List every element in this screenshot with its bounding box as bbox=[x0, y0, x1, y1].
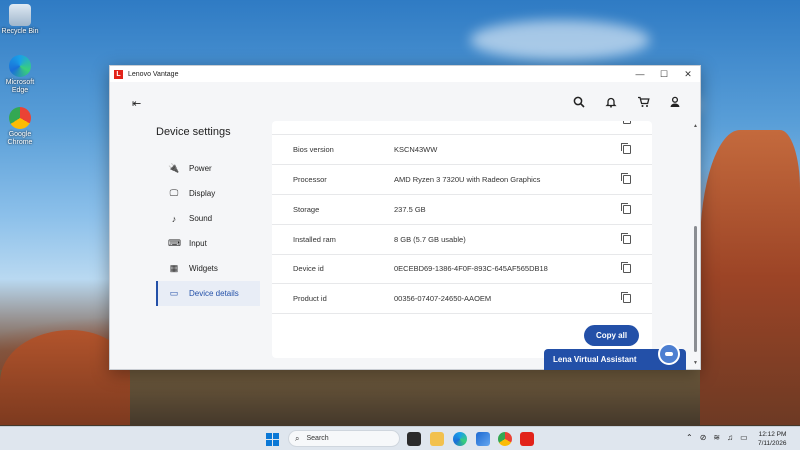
sidebar-item-label: Widgets bbox=[189, 264, 218, 273]
lenovo-vantage-taskbar-icon[interactable] bbox=[520, 432, 534, 446]
detail-value: 8 GB (5.7 GB usable) bbox=[394, 235, 466, 244]
page-title: Device settings bbox=[156, 126, 231, 138]
music-note-icon: ♪ bbox=[171, 213, 177, 224]
copy-icon[interactable] bbox=[623, 121, 631, 124]
desktop-icon-label: Recycle Bin bbox=[1, 28, 39, 35]
minimize-button[interactable]: — bbox=[628, 66, 652, 82]
store-icon[interactable] bbox=[476, 432, 490, 446]
scrollbar-thumb[interactable] bbox=[694, 226, 697, 352]
plug-icon: 🔌 bbox=[168, 163, 180, 173]
app-header: ⇤ bbox=[110, 82, 700, 122]
sidebar-item-display[interactable]: 🖵 Display bbox=[156, 181, 260, 206]
detail-value: AMD Ryzen 3 7320U with Radeon Graphics bbox=[394, 175, 541, 184]
menu-collapse-icon[interactable]: ⇤ bbox=[132, 97, 141, 110]
sidebar-item-label: Display bbox=[189, 189, 216, 198]
desktop-icon-label: Google Chrome bbox=[7, 131, 33, 146]
keyboard-icon: ⌨ bbox=[168, 238, 181, 248]
detail-label: Installed ram bbox=[293, 235, 336, 244]
chrome-icon[interactable] bbox=[498, 432, 512, 446]
sidebar-item-label: Sound bbox=[189, 214, 213, 223]
widgets-icon: ▦ bbox=[169, 263, 179, 273]
cloud bbox=[470, 20, 650, 60]
maximize-button[interactable]: ☐ bbox=[652, 66, 676, 82]
assistant-label: Lena Virtual Assistant bbox=[553, 355, 637, 364]
search-icon[interactable] bbox=[572, 95, 586, 109]
table-row bbox=[272, 121, 652, 135]
sidebar-item-sound[interactable]: ♪ Sound bbox=[156, 206, 260, 231]
copy-icon[interactable] bbox=[621, 203, 631, 214]
laptop-icon: ▭ bbox=[169, 288, 179, 298]
sidebar-item-label: Device details bbox=[189, 289, 239, 298]
detail-value: 0ECEBD69-1386-4F0F-893C-645AF565DB18 bbox=[394, 264, 548, 273]
close-button[interactable]: ✕ bbox=[676, 66, 700, 82]
table-row: Product id 00356-07407-24650-AAOEM bbox=[272, 284, 652, 314]
copy-icon[interactable] bbox=[621, 262, 631, 273]
detail-label: Device id bbox=[293, 264, 324, 273]
wifi-icon[interactable]: ≋ bbox=[713, 433, 720, 442]
search-icon: ⌕ bbox=[295, 433, 300, 443]
title-bar: L Lenovo Vantage — ☐ ✕ bbox=[110, 66, 700, 82]
bell-icon[interactable] bbox=[604, 95, 618, 109]
sidebar-item-power[interactable]: 🔌 Power bbox=[156, 156, 260, 181]
detail-label: Storage bbox=[293, 205, 320, 214]
lenovo-logo-icon: L bbox=[114, 69, 123, 79]
recycle-bin-icon bbox=[9, 4, 31, 26]
chevron-up-icon[interactable]: ⌃ bbox=[686, 433, 693, 442]
sidebar-item-label: Input bbox=[189, 239, 207, 248]
sidebar-item-input[interactable]: ⌨ Input bbox=[156, 231, 260, 256]
device-details-panel: Bios version KSCN43WW Processor AMD Ryze… bbox=[272, 121, 652, 358]
volume-icon[interactable]: ♫ bbox=[727, 433, 733, 442]
cart-icon[interactable] bbox=[636, 95, 650, 109]
sidebar-nav: 🔌 Power 🖵 Display ♪ Sound ⌨ Input ▦ Widg… bbox=[156, 156, 260, 306]
battery-icon[interactable]: ▭ bbox=[740, 433, 748, 442]
window-title: Lenovo Vantage bbox=[128, 70, 179, 78]
rock-formation-right bbox=[700, 130, 800, 425]
file-explorer-icon[interactable] bbox=[430, 432, 444, 446]
taskbar-search[interactable]: ⌕ Search bbox=[288, 430, 400, 447]
edge-icon[interactable] bbox=[453, 432, 467, 446]
windows-start-icon[interactable] bbox=[266, 433, 279, 446]
scroll-down-arrow[interactable]: ▼ bbox=[693, 360, 698, 366]
copy-icon[interactable] bbox=[621, 233, 631, 244]
copy-all-button[interactable]: Copy all bbox=[584, 325, 639, 346]
copy-icon[interactable] bbox=[621, 143, 631, 154]
robot-icon bbox=[658, 343, 680, 365]
detail-value: 237.5 GB bbox=[394, 205, 426, 214]
desktop-icon-recycle-bin[interactable]: Recycle Bin bbox=[0, 4, 40, 36]
table-row: Bios version KSCN43WW bbox=[272, 135, 652, 165]
clock-time: 12:12 PM bbox=[758, 431, 787, 438]
copy-icon[interactable] bbox=[621, 173, 631, 184]
taskbar: ⌕ Search ⌃ ⊘ ≋ ♫ ▭ 12:12 PM 7/11/2026 bbox=[0, 426, 800, 450]
table-row: Processor AMD Ryzen 3 7320U with Radeon … bbox=[272, 165, 652, 195]
task-view-icon[interactable] bbox=[407, 432, 421, 446]
sidebar-item-device-details[interactable]: ▭ Device details bbox=[156, 281, 260, 306]
monitor-icon: 🖵 bbox=[169, 188, 179, 198]
detail-label: Bios version bbox=[293, 145, 334, 154]
user-icon[interactable] bbox=[668, 95, 682, 109]
table-row: Device id 0ECEBD69-1386-4F0F-893C-645AF5… bbox=[272, 254, 652, 284]
system-tray: ⌃ ⊘ ≋ ♫ ▭ bbox=[686, 433, 748, 442]
detail-label: Processor bbox=[293, 175, 327, 184]
virtual-assistant-button[interactable]: Lena Virtual Assistant bbox=[544, 343, 686, 370]
chrome-icon bbox=[9, 107, 31, 129]
lenovo-vantage-window: L Lenovo Vantage — ☐ ✕ ⇤ Device settings bbox=[109, 65, 701, 370]
scroll-up-arrow[interactable]: ▲ bbox=[693, 123, 698, 129]
clock[interactable]: 12:12 PM 7/11/2026 bbox=[758, 430, 786, 448]
desktop-icon-label: Microsoft Edge bbox=[5, 79, 35, 94]
desktop-icon-chrome[interactable]: Google Chrome bbox=[0, 107, 40, 147]
detail-label: Product id bbox=[293, 294, 327, 303]
sidebar-item-widgets[interactable]: ▦ Widgets bbox=[156, 256, 260, 281]
detail-value: 00356-07407-24650-AAOEM bbox=[394, 294, 492, 303]
table-row: Installed ram 8 GB (5.7 GB usable) bbox=[272, 225, 652, 255]
sidebar-item-label: Power bbox=[189, 164, 212, 173]
detail-value: KSCN43WW bbox=[394, 145, 438, 154]
search-placeholder: Search bbox=[306, 435, 329, 442]
table-row: Storage 237.5 GB bbox=[272, 195, 652, 225]
desktop-icon-edge[interactable]: Microsoft Edge bbox=[0, 55, 40, 95]
edge-icon bbox=[9, 55, 31, 77]
clock-date: 7/11/2026 bbox=[758, 440, 787, 447]
copy-icon[interactable] bbox=[621, 292, 631, 303]
network-off-icon[interactable]: ⊘ bbox=[700, 433, 707, 442]
